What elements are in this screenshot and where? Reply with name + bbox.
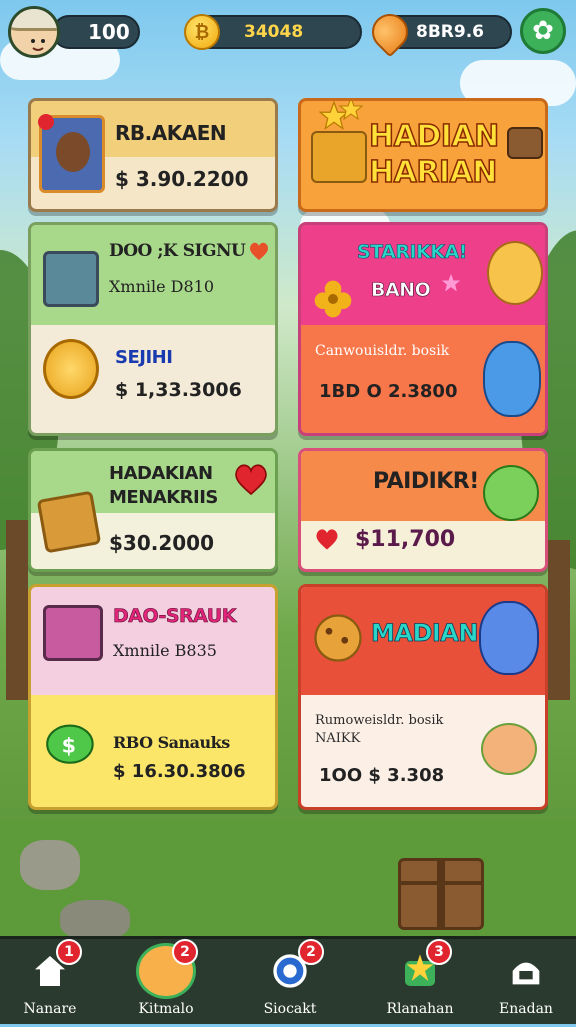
- card-title-line1: HADAKIAN: [109, 463, 213, 484]
- card-title: PAIDIKR!: [373, 469, 479, 494]
- offer-card-7[interactable]: DAO-SRAUK Xmnile B835 $ RBO Sanauks $ 16…: [28, 584, 278, 810]
- book-stack-icon: [43, 251, 99, 307]
- level-display: 100: [52, 15, 140, 49]
- face-icon: [31, 39, 45, 51]
- card-title-line2: HARIAN: [368, 154, 498, 191]
- notification-badge: 2: [172, 939, 198, 965]
- svg-text:$: $: [62, 733, 76, 757]
- card-description-line1: Rumoweisldr. bosik: [315, 713, 444, 728]
- card-title-line1: HADIAN: [368, 118, 500, 155]
- offer-card-4[interactable]: STARIKKA! BANO Canwouisldr. bosik 1BD O …: [298, 222, 548, 436]
- gem-value: 8BR9.6: [416, 22, 484, 42]
- book-stack-icon: [43, 605, 103, 661]
- card-badge-title: SEJIHI: [115, 347, 173, 368]
- heart-icon: [316, 529, 338, 550]
- wooden-crate-icon: [36, 490, 102, 554]
- profile-icon: [512, 962, 540, 985]
- nav-label: Rlanahan: [386, 1001, 454, 1017]
- card-subtitle: BANO: [371, 279, 431, 302]
- gift-button[interactable]: ✿: [520, 8, 566, 54]
- card-subtitle: Xmnile D810: [109, 277, 215, 296]
- card-price: $ 1,33.3006: [115, 379, 242, 401]
- card-description: Canwouisldr. bosik: [315, 343, 450, 359]
- coin-icon: ₿: [184, 14, 220, 50]
- nav-label: Nanare: [23, 1001, 77, 1017]
- card-price: $11,700: [355, 527, 456, 552]
- player-avatar[interactable]: [8, 6, 60, 58]
- bottom-nav: 1 Nanare 2 Kitmalo 2 Siocakt 3 Rlanahan …: [0, 936, 576, 1024]
- card-price: $ 3.90.2200: [115, 167, 249, 191]
- nav-item-settings[interactable]: 2 Siocakt: [240, 939, 340, 1027]
- offer-card-8[interactable]: MADIAN Rumoweisldr. bosik NAIKK 1OO $ 3.…: [298, 584, 548, 810]
- notification-badge: 3: [426, 939, 452, 965]
- hamster-mascot-icon: [487, 241, 543, 305]
- card-price: 1BD O 2.3800: [319, 381, 458, 402]
- blue-creature-icon: [483, 341, 541, 417]
- nav-item-characters[interactable]: 2 Kitmalo: [116, 939, 216, 1027]
- nav-item-rewards[interactable]: 3 Rlanahan: [370, 939, 470, 1027]
- card-title: STARIKKA!: [357, 241, 468, 264]
- card-price: 1OO $ 3.308: [319, 765, 445, 786]
- cookie-icon: [314, 614, 362, 662]
- notification-badge: 2: [298, 939, 324, 965]
- offer-card-1[interactable]: RB.AKAEN $ 3.90.2200: [28, 98, 278, 212]
- card-title-line2: MENAKRIIS: [109, 487, 218, 508]
- card-title: RB.AKAEN: [115, 121, 227, 145]
- leaf-creature-icon: [481, 723, 537, 775]
- star-icon: [339, 101, 363, 121]
- gift-icon: ✿: [532, 16, 554, 46]
- card-tag: RBO Sanauks: [113, 733, 230, 752]
- nav-label: Kitmalo: [138, 1001, 194, 1017]
- heart-icon: [249, 242, 269, 260]
- gold-bars-icon: [311, 131, 367, 183]
- notification-badge: 1: [56, 939, 82, 965]
- coin-value: 34048: [244, 22, 304, 42]
- nav-item-profile[interactable]: Enadan: [476, 939, 576, 1027]
- top-bar: 100 34048 ₿ 8BR9.6 ✿: [0, 0, 576, 64]
- offer-card-5[interactable]: HADAKIAN MENAKRIIS $30.2000: [28, 448, 278, 572]
- offer-card-6[interactable]: PAIDIKR! $11,700: [298, 448, 548, 572]
- nav-label: Enadan: [499, 1001, 553, 1017]
- nav-item-home[interactable]: 1 Nanare: [0, 939, 100, 1027]
- level-value: 100: [88, 20, 130, 44]
- green-creature-icon: [483, 465, 539, 521]
- money-sack-icon: $: [46, 724, 94, 764]
- card-subtitle: Xmnile B835: [113, 641, 217, 660]
- chest-icon: [507, 127, 543, 159]
- card-description-line2: NAIKK: [315, 731, 361, 746]
- flower-icon: [314, 280, 352, 318]
- card-title: DAO-SRAUK: [113, 605, 237, 628]
- nav-label: Siocakt: [263, 1001, 317, 1017]
- card-price: $30.2000: [109, 531, 215, 555]
- hat-icon: [11, 9, 57, 31]
- card-title: DOO ;K SIGNU: [109, 241, 246, 261]
- offer-card-3[interactable]: DOO ;K SIGNU Xmnile D810 SEJIHI $ 1,33.3…: [28, 222, 278, 436]
- card-title: MADIAN: [371, 619, 479, 648]
- treasure-chest[interactable]: [398, 858, 484, 930]
- star-icon: [441, 273, 461, 292]
- daily-reward-card[interactable]: HADIAN HARIAN: [298, 98, 548, 212]
- character-portrait-icon: [38, 114, 105, 193]
- blue-bear-icon: [479, 601, 539, 675]
- card-price: $ 16.30.3806: [113, 761, 246, 782]
- heart-icon: [235, 464, 267, 496]
- badge-medal-icon: [43, 339, 99, 399]
